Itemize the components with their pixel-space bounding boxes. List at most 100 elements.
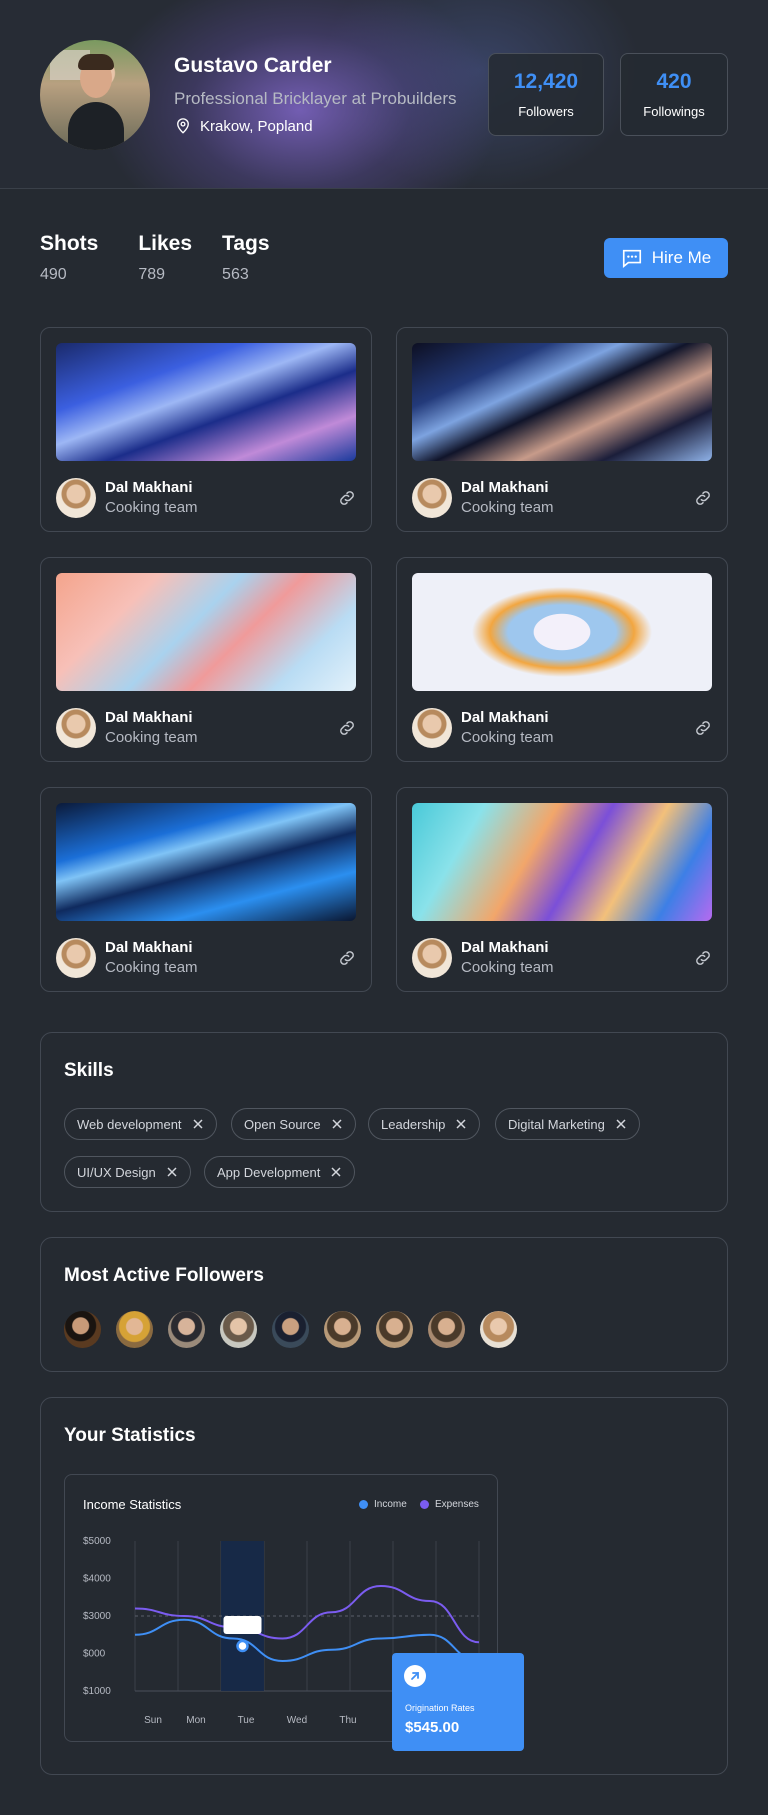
close-icon[interactable] (166, 1166, 178, 1178)
skill-label: Web development (77, 1116, 182, 1132)
y-tick-label: $3000 (83, 1611, 111, 1622)
location-pin-icon (177, 118, 189, 134)
shots-count: Shots 490 (40, 232, 98, 284)
count-label: Shots (40, 232, 99, 255)
shot-thumbnail[interactable] (412, 573, 712, 691)
follower-avatar[interactable] (272, 1311, 309, 1348)
profile-name: Gustavo Carder (174, 54, 332, 77)
follower-avatar[interactable] (480, 1311, 517, 1348)
author-team: Cooking team (105, 729, 198, 746)
origination-rates-card[interactable]: Origination Rates $545.00 (392, 1653, 524, 1751)
follower-avatar[interactable] (324, 1311, 361, 1348)
link-icon[interactable] (337, 948, 357, 968)
shot-thumbnail[interactable] (56, 573, 356, 691)
shot-thumbnail[interactable] (56, 803, 356, 921)
follower-avatar[interactable] (64, 1311, 101, 1348)
skill-chip[interactable]: UI/UX Design (64, 1156, 191, 1188)
skill-label: Digital Marketing (508, 1116, 605, 1132)
likes-count: Likes 789 (138, 232, 192, 284)
followers-stat[interactable]: 12,420 Followers (488, 53, 604, 136)
author-name: Dal Makhani (461, 709, 549, 726)
shot-card[interactable]: Dal Makhani Cooking team (40, 557, 372, 762)
count-value: 490 (40, 266, 67, 283)
chat-icon (622, 249, 641, 268)
link-icon[interactable] (337, 718, 357, 738)
skill-label: App Development (217, 1164, 321, 1180)
count-value: 789 (138, 266, 166, 283)
followings-label: Followings (643, 104, 705, 119)
skill-label: UI/UX Design (77, 1164, 156, 1180)
count-label: Likes (138, 232, 193, 255)
follower-avatar[interactable] (428, 1311, 465, 1348)
shot-thumbnail[interactable] (56, 343, 356, 461)
author-team: Cooking team (105, 499, 198, 516)
followers-label: Followers (518, 104, 574, 119)
y-tick-label: $1000 (83, 1686, 111, 1697)
profile-avatar[interactable] (40, 40, 150, 150)
hire-me-button[interactable]: Hire Me (604, 238, 728, 278)
close-icon[interactable] (192, 1118, 204, 1130)
shot-thumbnail[interactable] (412, 343, 712, 461)
origination-rates-value: $545.00 (405, 1719, 460, 1736)
profile-counts: Shots 490 Likes 789 Tags 563 (40, 232, 270, 284)
tags-count: Tags 563 (222, 232, 269, 284)
skill-label: Leadership (381, 1116, 446, 1132)
author-name: Dal Makhani (461, 939, 549, 956)
tooltip-box (223, 1616, 262, 1634)
follower-avatar[interactable] (220, 1311, 257, 1348)
author-avatar[interactable] (412, 938, 452, 978)
link-icon[interactable] (693, 948, 713, 968)
author-avatar[interactable] (412, 708, 452, 748)
skill-label: Open Source (244, 1116, 321, 1132)
arrow-up-right-icon (404, 1665, 426, 1687)
skill-chip[interactable]: Web development (64, 1108, 217, 1140)
avatar-body (68, 102, 124, 150)
author-team: Cooking team (105, 959, 198, 976)
close-icon[interactable] (331, 1118, 343, 1130)
y-tick-label: $000 (83, 1649, 106, 1660)
author-avatar[interactable] (56, 938, 96, 978)
author-avatar[interactable] (56, 478, 96, 518)
author-team: Cooking team (461, 729, 554, 746)
profile-location: Krakow, Popland (174, 117, 313, 135)
shot-card[interactable]: Dal Makhani Cooking team (396, 787, 728, 992)
shot-thumbnail[interactable] (412, 803, 712, 921)
follower-avatar[interactable] (376, 1311, 413, 1348)
x-tick-label: Mon (186, 1715, 205, 1726)
close-icon[interactable] (615, 1118, 627, 1130)
shot-card[interactable]: Dal Makhani Cooking team (396, 327, 728, 532)
follower-avatar[interactable] (168, 1311, 205, 1348)
shot-card[interactable]: Dal Makhani Cooking team (40, 327, 372, 532)
followings-stat[interactable]: 420 Followings (620, 53, 728, 136)
close-icon[interactable] (330, 1166, 342, 1178)
author-name: Dal Makhani (105, 709, 193, 726)
link-icon[interactable] (693, 488, 713, 508)
profile-title: Professional Bricklayer at Probuilders (174, 89, 457, 108)
x-tick-label: Tue (238, 1715, 255, 1726)
shot-card[interactable]: Dal Makhani Cooking team (396, 557, 728, 762)
shot-card[interactable]: Dal Makhani Cooking team (40, 787, 372, 992)
x-tick-label: Wed (287, 1715, 307, 1726)
skill-chip[interactable]: Open Source (231, 1108, 356, 1140)
author-team: Cooking team (461, 959, 554, 976)
author-team: Cooking team (461, 499, 554, 516)
skill-chip[interactable]: Digital Marketing (495, 1108, 640, 1140)
location-text: Krakow, Popland (200, 117, 313, 135)
follower-avatar[interactable] (116, 1311, 153, 1348)
x-tick-label: Thu (339, 1715, 356, 1726)
origination-rates-label: Origination Rates (405, 1703, 475, 1713)
skill-chip[interactable]: App Development (204, 1156, 356, 1188)
y-tick-label: $4000 (83, 1574, 111, 1585)
author-avatar[interactable] (412, 478, 452, 518)
link-icon[interactable] (693, 718, 713, 738)
close-icon[interactable] (455, 1118, 467, 1130)
followers-panel: Most Active Followers (40, 1237, 728, 1372)
y-tick-label: $5000 (83, 1536, 111, 1547)
author-name: Dal Makhani (105, 939, 193, 956)
count-label: Tags (222, 232, 270, 255)
author-avatar[interactable] (56, 708, 96, 748)
skill-chip[interactable]: Leadership (368, 1108, 481, 1140)
x-tick-label: Sun (144, 1715, 162, 1726)
link-icon[interactable] (337, 488, 357, 508)
hire-me-label: Hire Me (651, 248, 712, 267)
